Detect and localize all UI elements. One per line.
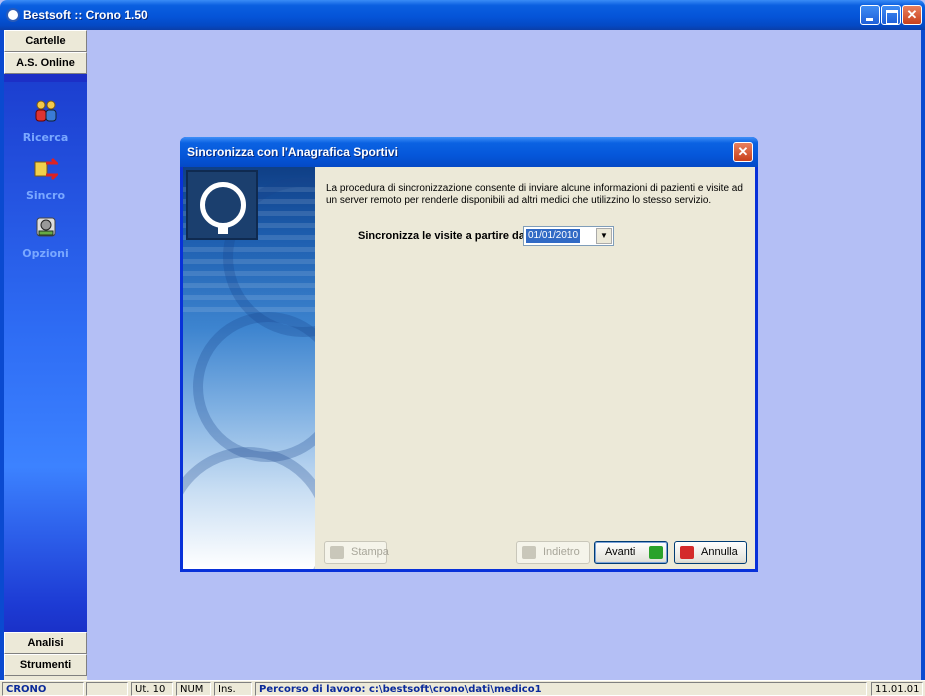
dialog-body: La procedura di sincronizzazione consent… — [183, 167, 755, 569]
sync-date-label: Sincronizza le visite a partire dal — [358, 230, 528, 242]
minimize-button[interactable] — [860, 5, 880, 25]
close-button[interactable]: ✕ — [902, 5, 922, 25]
sidebar-header-cartelle[interactable]: Cartelle — [4, 30, 87, 52]
users-icon — [35, 100, 57, 122]
sidebar-item-ricerca[interactable]: Ricerca — [4, 99, 87, 155]
status-empty — [86, 682, 128, 696]
statusbar: CRONO Ut. 10 NUM Ins. Percorso di lavoro… — [0, 680, 925, 696]
status-app: CRONO — [2, 682, 84, 696]
window-frame-right — [921, 30, 925, 680]
close-icon: ✕ — [906, 7, 918, 22]
back-button[interactable]: Indietro — [516, 541, 590, 564]
dialog-title: Sincronizza con l'Anagrafica Sportivi — [187, 145, 398, 159]
cancel-button[interactable]: Annulla — [674, 541, 747, 564]
dialog-close-button[interactable]: ✕ — [733, 142, 753, 162]
sidebar-item-label: Opzioni — [22, 247, 69, 260]
dialog-description: La procedura di sincronizzazione consent… — [326, 183, 743, 206]
sidebar-panel: Ricerca Sincro Opzioni — [4, 82, 87, 632]
status-num: NUM — [176, 682, 211, 696]
settings-cog-icon — [36, 217, 56, 237]
status-ins: Ins. — [214, 682, 252, 696]
back-button-label: Indietro — [543, 546, 580, 558]
status-time: 11.01.01 — [871, 682, 923, 696]
window-titlebar: Bestsoft :: Crono 1.50 ✕ — [0, 0, 925, 30]
sync-arrows-icon — [34, 157, 58, 181]
sync-dialog: Sincronizza con l'Anagrafica Sportivi ✕ — [180, 137, 758, 572]
sidebar-item-label: Ricerca — [22, 131, 69, 144]
sync-date-picker[interactable]: 01/01/2010 ▼ — [523, 226, 614, 246]
app-icon — [6, 8, 20, 22]
wizard-banner — [183, 167, 315, 569]
cancel-icon — [680, 546, 694, 559]
print-button-label: Stampa — [351, 546, 389, 558]
print-button[interactable]: Stampa — [324, 541, 389, 564]
sidebar-item-sincro[interactable]: Sincro — [4, 157, 87, 213]
maximize-button[interactable] — [881, 5, 901, 25]
chevron-down-icon[interactable]: ▼ — [596, 228, 612, 244]
sync-date-value: 01/01/2010 — [526, 229, 581, 243]
next-button[interactable]: Avanti — [594, 541, 668, 564]
sidebar-item-label: Sincro — [25, 189, 66, 202]
arrow-right-icon — [649, 546, 663, 559]
status-path: Percorso di lavoro: c:\bestsoft\crono\da… — [255, 682, 867, 696]
maximize-icon — [882, 6, 900, 24]
dialog-titlebar: Sincronizza con l'Anagrafica Sportivi ✕ — [180, 137, 758, 167]
cancel-button-label: Annulla — [701, 546, 738, 558]
printer-icon — [330, 546, 344, 559]
close-icon: ✕ — [737, 144, 749, 159]
arrow-left-icon — [522, 546, 536, 559]
next-button-label: Avanti — [605, 546, 636, 558]
sidebar-header-analisi[interactable]: Analisi — [4, 632, 87, 654]
stopwatch-icon — [200, 182, 246, 228]
crono-logo — [186, 170, 258, 240]
sidebar-header-as-online[interactable]: A.S. Online — [4, 52, 87, 74]
sidebar-header-strumenti[interactable]: Strumenti — [4, 654, 87, 676]
window-title: Bestsoft :: Crono 1.50 — [23, 8, 148, 22]
sidebar: Cartelle A.S. Online Ricerca Sincro Opzi… — [4, 30, 87, 680]
minimize-icon — [861, 6, 879, 24]
status-user: Ut. 10 — [131, 682, 173, 696]
sidebar-bottom: Analisi Strumenti — [4, 632, 87, 680]
sidebar-item-opzioni[interactable]: Opzioni — [4, 215, 87, 271]
